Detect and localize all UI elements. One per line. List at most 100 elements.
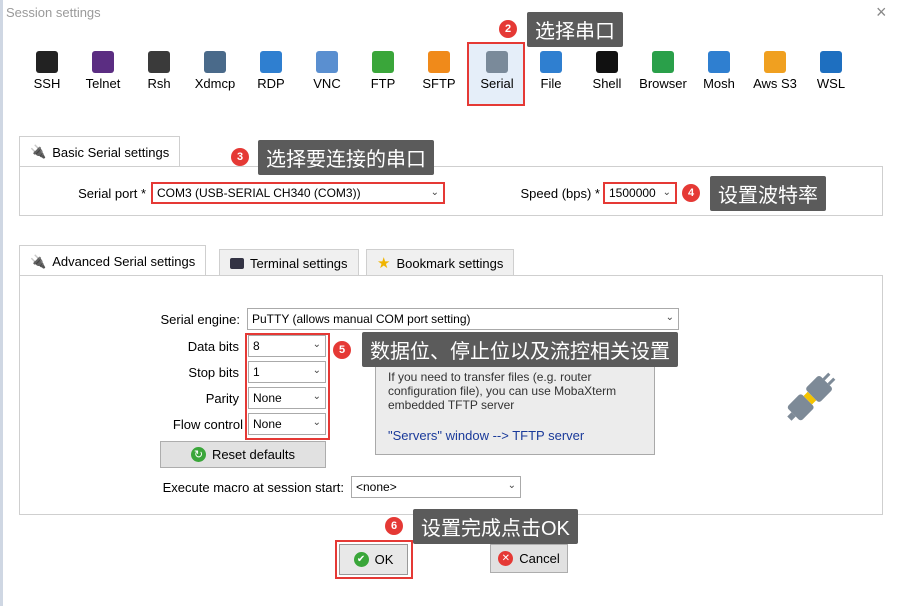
protocol-label: RDP <box>257 76 285 91</box>
plug-icon: 🔌 <box>30 253 47 269</box>
serial-engine-value: PuTTY (allows manual COM port setting) <box>252 312 471 326</box>
info-line-1: If you need to transfer files (e.g. rout… <box>388 370 592 384</box>
protocol-ssh[interactable]: SSH <box>19 47 75 99</box>
serial-plug-icon <box>778 362 846 433</box>
terminal-icon <box>230 257 244 269</box>
chevron-down-icon: ⌄ <box>430 187 439 198</box>
serial-engine-select[interactable]: PuTTY (allows manual COM port setting) ⌄ <box>247 308 679 330</box>
protocol-label: Aws S3 <box>753 76 797 91</box>
browser-icon <box>652 51 674 73</box>
protocol-label: Telnet <box>85 76 121 91</box>
tab-terminal-label: Terminal settings <box>250 255 348 271</box>
rsh-icon <box>148 51 170 73</box>
tab-terminal-settings[interactable]: Terminal settings <box>219 249 359 276</box>
protocol-label: WSL <box>816 76 846 91</box>
protocol-label: Shell <box>592 76 622 91</box>
callout-select-port: 选择要连接的串口 <box>258 140 434 175</box>
protocol-file[interactable]: File <box>523 47 579 99</box>
tftp-info-box: If you need to transfer files (e.g. rout… <box>375 357 655 455</box>
protocol-rdp[interactable]: RDP <box>243 47 299 99</box>
protocol-sftp[interactable]: SFTP <box>411 47 467 99</box>
protocol-wsl[interactable]: WSL <box>803 47 859 99</box>
cancel-icon: ✕ <box>498 551 514 566</box>
step-badge-3: 3 <box>231 148 249 166</box>
protocol-label: Xdmcp <box>194 76 236 91</box>
protocol-label: Rsh <box>147 76 171 91</box>
cancel-label: Cancel <box>519 551 560 566</box>
protocol-label: Mosh <box>703 76 735 91</box>
speed-select[interactable]: 1500000 ⌄ <box>603 182 677 204</box>
protocol-label: SSH <box>33 76 61 91</box>
chevron-down-icon: ⌄ <box>507 480 516 491</box>
protocol-vnc[interactable]: VNC <box>299 47 355 99</box>
protocol-label: SFTP <box>422 76 456 91</box>
step-badge-2: 2 <box>499 20 517 38</box>
mosh-icon <box>708 51 730 73</box>
tftp-server-link[interactable]: "Servers" window --> TFTP server <box>388 428 642 443</box>
refresh-icon: ↻ <box>190 447 206 462</box>
star-icon: ★ <box>377 255 391 272</box>
info-line-3: embedded TFTP server <box>388 398 515 412</box>
reset-defaults-button[interactable]: ↻ Reset defaults <box>160 441 326 468</box>
protocol-xdmcp[interactable]: Xdmcp <box>187 47 243 99</box>
tab-advanced-serial-settings[interactable]: 🔌 Advanced Serial settings <box>19 245 207 277</box>
serial-port-select[interactable]: COM3 (USB-SERIAL CH340 (COM3)) ⌄ <box>151 182 445 204</box>
cancel-button[interactable]: ✕ Cancel <box>490 544 568 573</box>
protocol-telnet[interactable]: Telnet <box>75 47 131 99</box>
protocol-browser[interactable]: Browser <box>635 47 691 99</box>
serial-port-label: Serial port * <box>78 186 146 201</box>
protocol-aws-s3[interactable]: Aws S3 <box>747 47 803 99</box>
left-window-edge <box>0 0 3 606</box>
info-line-2: configuration file), you can use MobaXte… <box>388 384 617 398</box>
callout-set-baud: 设置波特率 <box>710 176 826 211</box>
callout-click-ok: 设置完成点击OK <box>413 509 578 544</box>
window-title: Session settings <box>6 5 101 20</box>
macro-select[interactable]: <none> ⌄ <box>351 476 521 498</box>
callout-serial-options: 数据位、停止位以及流控相关设置 <box>362 332 678 367</box>
macro-value: <none> <box>356 480 397 494</box>
serial-port-value: COM3 (USB-SERIAL CH340 (COM3)) <box>157 186 361 200</box>
speed-label: Speed (bps) * <box>520 186 601 201</box>
close-icon[interactable]: × <box>876 3 887 21</box>
wsl-icon <box>820 51 842 73</box>
chevron-down-icon: ⌄ <box>665 312 674 323</box>
chevron-down-icon: ⌄ <box>662 187 671 198</box>
protocol-label: File <box>540 76 562 91</box>
tab-bookmark-label: Bookmark settings <box>396 255 504 271</box>
protocol-ftp[interactable]: FTP <box>355 47 411 99</box>
flow-control-label: Flow control <box>172 417 243 432</box>
ssh-icon <box>36 51 58 73</box>
data-bits-label: Data bits <box>187 339 239 354</box>
ok-highlight <box>335 540 413 579</box>
parity-label: Parity <box>205 391 239 406</box>
ftp-icon <box>372 51 394 73</box>
rdp-icon <box>260 51 282 73</box>
telnet-icon <box>92 51 114 73</box>
serial-engine-label: Serial engine: <box>160 312 241 327</box>
protocol-shell[interactable]: Shell <box>579 47 635 99</box>
tab-basic-serial-settings[interactable]: 🔌 Basic Serial settings <box>19 136 181 167</box>
step-badge-5: 5 <box>333 341 351 359</box>
protocol-serial[interactable]: Serial <box>469 47 525 99</box>
protocol-label: FTP <box>370 76 396 91</box>
shell-icon <box>596 51 618 73</box>
tab-advanced-label: Advanced Serial settings <box>52 254 196 269</box>
reset-defaults-label: Reset defaults <box>211 447 296 462</box>
tab-bookmark-settings[interactable]: ★ Bookmark settings <box>366 249 515 276</box>
protocol-rsh[interactable]: Rsh <box>131 47 187 99</box>
callout-select-serial: 选择串口 <box>527 12 623 47</box>
plug-icon: 🔌 <box>30 144 47 159</box>
step-badge-6: 6 <box>385 517 403 535</box>
serial-options-highlight <box>245 333 330 440</box>
protocol-label: Browser <box>639 76 687 91</box>
aws-s3-icon <box>764 51 786 73</box>
step-badge-4: 4 <box>682 184 700 202</box>
xdmcp-icon <box>204 51 226 73</box>
speed-value: 1500000 <box>609 186 656 200</box>
vnc-icon <box>316 51 338 73</box>
protocol-mosh[interactable]: Mosh <box>691 47 747 99</box>
tab-basic-label: Basic Serial settings <box>52 144 170 160</box>
macro-label: Execute macro at session start: <box>162 480 344 495</box>
protocol-label: Serial <box>480 76 514 91</box>
sftp-icon <box>428 51 450 73</box>
